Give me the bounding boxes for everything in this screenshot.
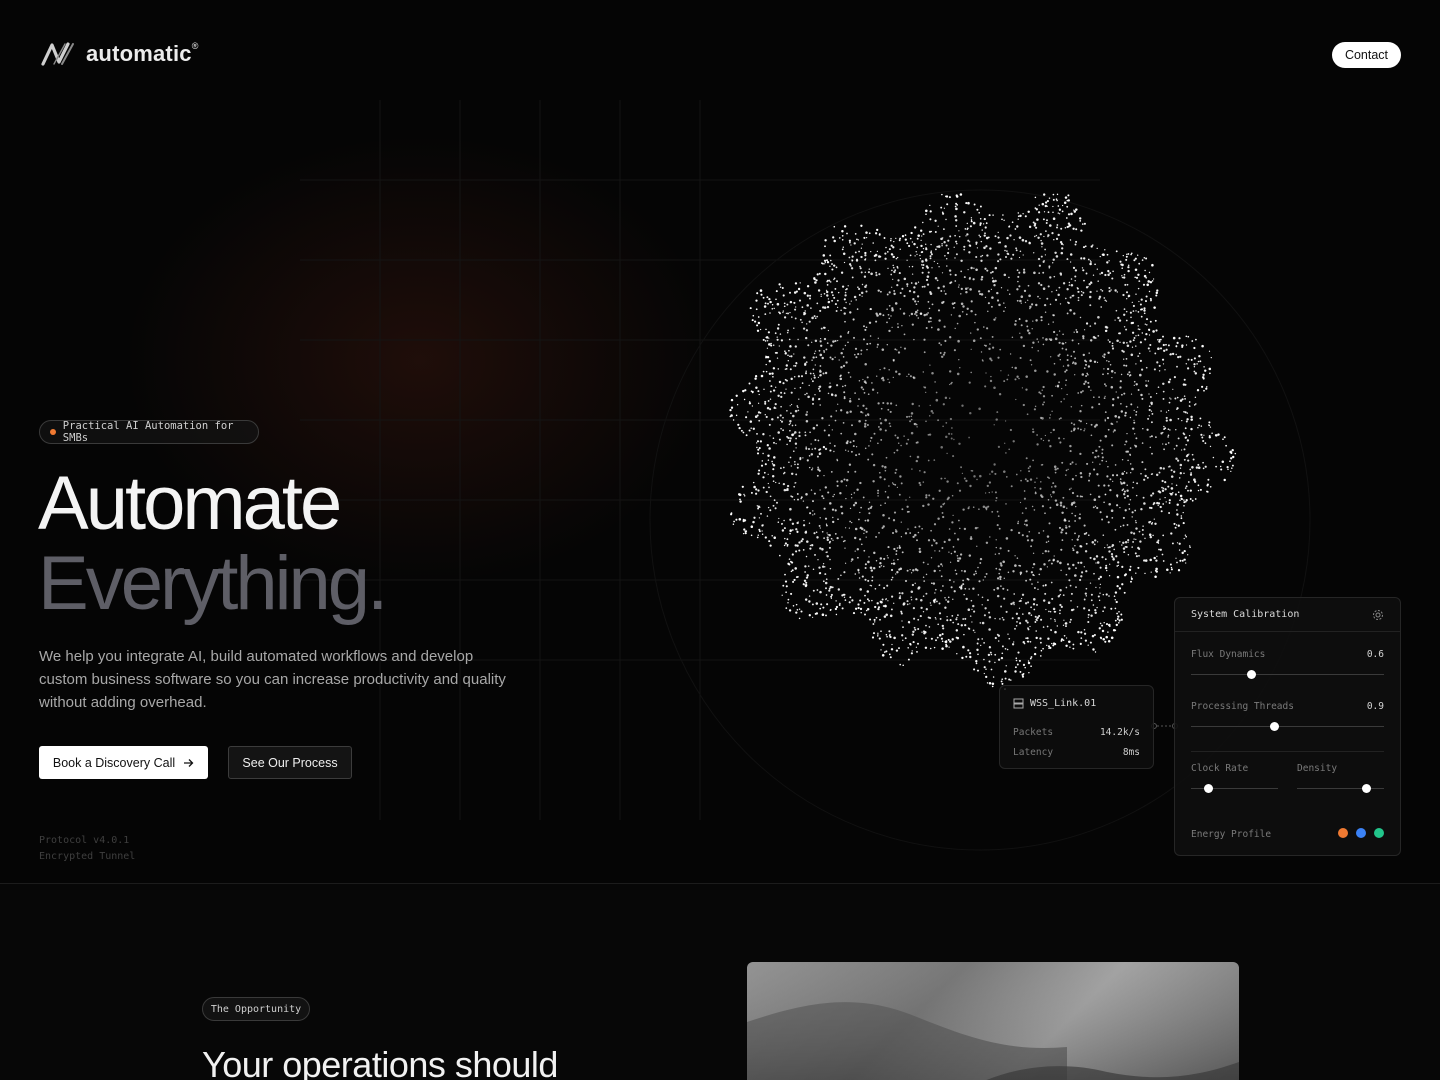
hero-section: automatic® Contact Practical AI Automati… (0, 0, 1440, 883)
density-slider[interactable] (1297, 784, 1384, 793)
opportunity-badge: The Opportunity (202, 997, 310, 1021)
energy-swatch-blue[interactable] (1356, 828, 1366, 838)
density-label: Density (1297, 763, 1338, 774)
clock-rate-knob[interactable] (1204, 784, 1214, 793)
opportunity-heading: Your operations should (202, 1044, 558, 1080)
hero-badge: Practical AI Automation for SMBs (39, 420, 259, 444)
wss-link-panel: WSS_Link.01 Packets 14.2k/s Latency 8ms (999, 685, 1154, 769)
status-dot-icon (50, 429, 56, 435)
flux-dynamics-slider[interactable] (1191, 670, 1384, 679)
energy-profile-row: Energy Profile (1191, 828, 1384, 841)
clock-rate-slider[interactable] (1191, 784, 1278, 793)
server-icon (1013, 698, 1024, 709)
energy-swatch-green[interactable] (1374, 828, 1384, 838)
energy-swatch-orange[interactable] (1338, 828, 1348, 838)
processing-threads-row: Processing Threads 0.9 (1191, 701, 1384, 712)
hero-description: We help you integrate AI, build automate… (39, 648, 506, 711)
protocol-info: Protocol v4.0.1 Encrypted Tunnel (39, 833, 135, 865)
logo-icon (41, 42, 74, 66)
wss-row-latency: Latency 8ms (1013, 747, 1140, 758)
brand-name: automatic® (86, 41, 199, 66)
processing-threads-slider[interactable] (1191, 722, 1384, 731)
book-discovery-call-button[interactable]: Book a Discovery Call (39, 746, 208, 779)
hero-title-line1: Automate (38, 461, 342, 546)
protocol-tunnel: Encrypted Tunnel (39, 851, 136, 862)
flux-dynamics-knob[interactable] (1246, 670, 1256, 679)
see-our-process-button[interactable]: See Our Process (228, 746, 352, 779)
calibration-title: System Calibration (1191, 609, 1300, 620)
photo-placeholder (747, 962, 1239, 1080)
density-knob[interactable] (1361, 784, 1371, 793)
hero-title-line2: Everything. (38, 541, 388, 626)
gear-icon[interactable] (1372, 609, 1384, 621)
wss-row-packets: Packets 14.2k/s (1013, 727, 1140, 738)
arrow-right-icon (184, 758, 194, 767)
protocol-version: Protocol v4.0.1 (39, 835, 130, 846)
calibration-divider (1191, 751, 1384, 752)
energy-swatches (1330, 828, 1384, 841)
calibration-header: System Calibration (1175, 598, 1400, 632)
opportunity-section: The Opportunity Your operations should (0, 884, 1440, 1080)
brand-logo[interactable]: automatic® (40, 40, 199, 68)
contact-button[interactable]: Contact (1332, 42, 1401, 68)
wss-link-title: WSS_Link.01 (1030, 698, 1097, 709)
clock-rate-label: Clock Rate (1191, 763, 1249, 774)
system-calibration-panel: System Calibration Flux Dynamics 0.6 Proc… (1174, 597, 1401, 856)
flux-dynamics-row: Flux Dynamics 0.6 (1191, 649, 1384, 660)
hero-badge-label: Practical AI Automation for SMBs (62, 420, 234, 444)
processing-threads-knob[interactable] (1269, 722, 1279, 731)
book-discovery-call-label: Book a Discovery Call (52, 755, 176, 770)
operations-photo (747, 962, 1239, 1080)
